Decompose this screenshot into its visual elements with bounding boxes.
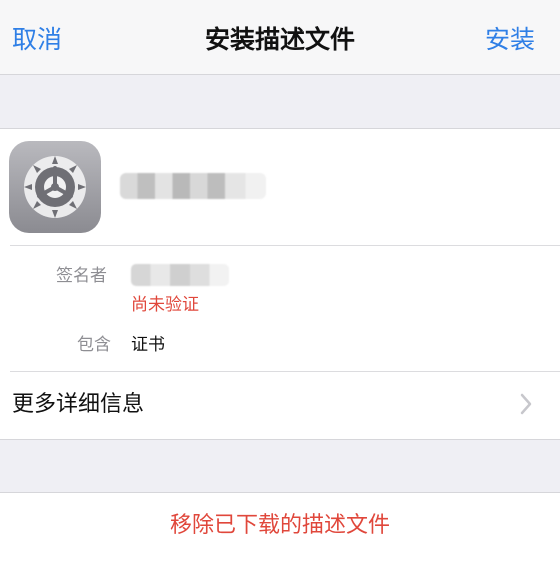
contains-value: 证书	[131, 335, 165, 355]
chevron-right-icon	[520, 393, 532, 415]
profile-card: 签名者 尚未验证 包含 证书 更多详细信息	[0, 128, 560, 440]
more-details-label: 更多详细信息	[12, 392, 145, 417]
contains-label: 包含	[77, 335, 111, 355]
signer-status: 尚未验证	[131, 295, 199, 315]
divider	[10, 245, 560, 246]
install-button[interactable]: 安装	[485, 22, 535, 58]
profile-header-row	[0, 129, 560, 245]
signer-name-redacted	[131, 264, 229, 286]
remove-section: 移除已下载的描述文件	[0, 492, 560, 565]
page-title: 安装描述文件	[204, 25, 355, 54]
signer-label: 签名者	[56, 266, 107, 286]
more-details-row[interactable]: 更多详细信息	[0, 372, 560, 438]
settings-gear-icon	[9, 141, 101, 233]
profile-name-redacted	[120, 173, 266, 199]
navigation-bar: 取消 安装描述文件 安装	[0, 0, 560, 75]
remove-downloaded-profile-button[interactable]: 移除已下载的描述文件	[0, 511, 560, 541]
